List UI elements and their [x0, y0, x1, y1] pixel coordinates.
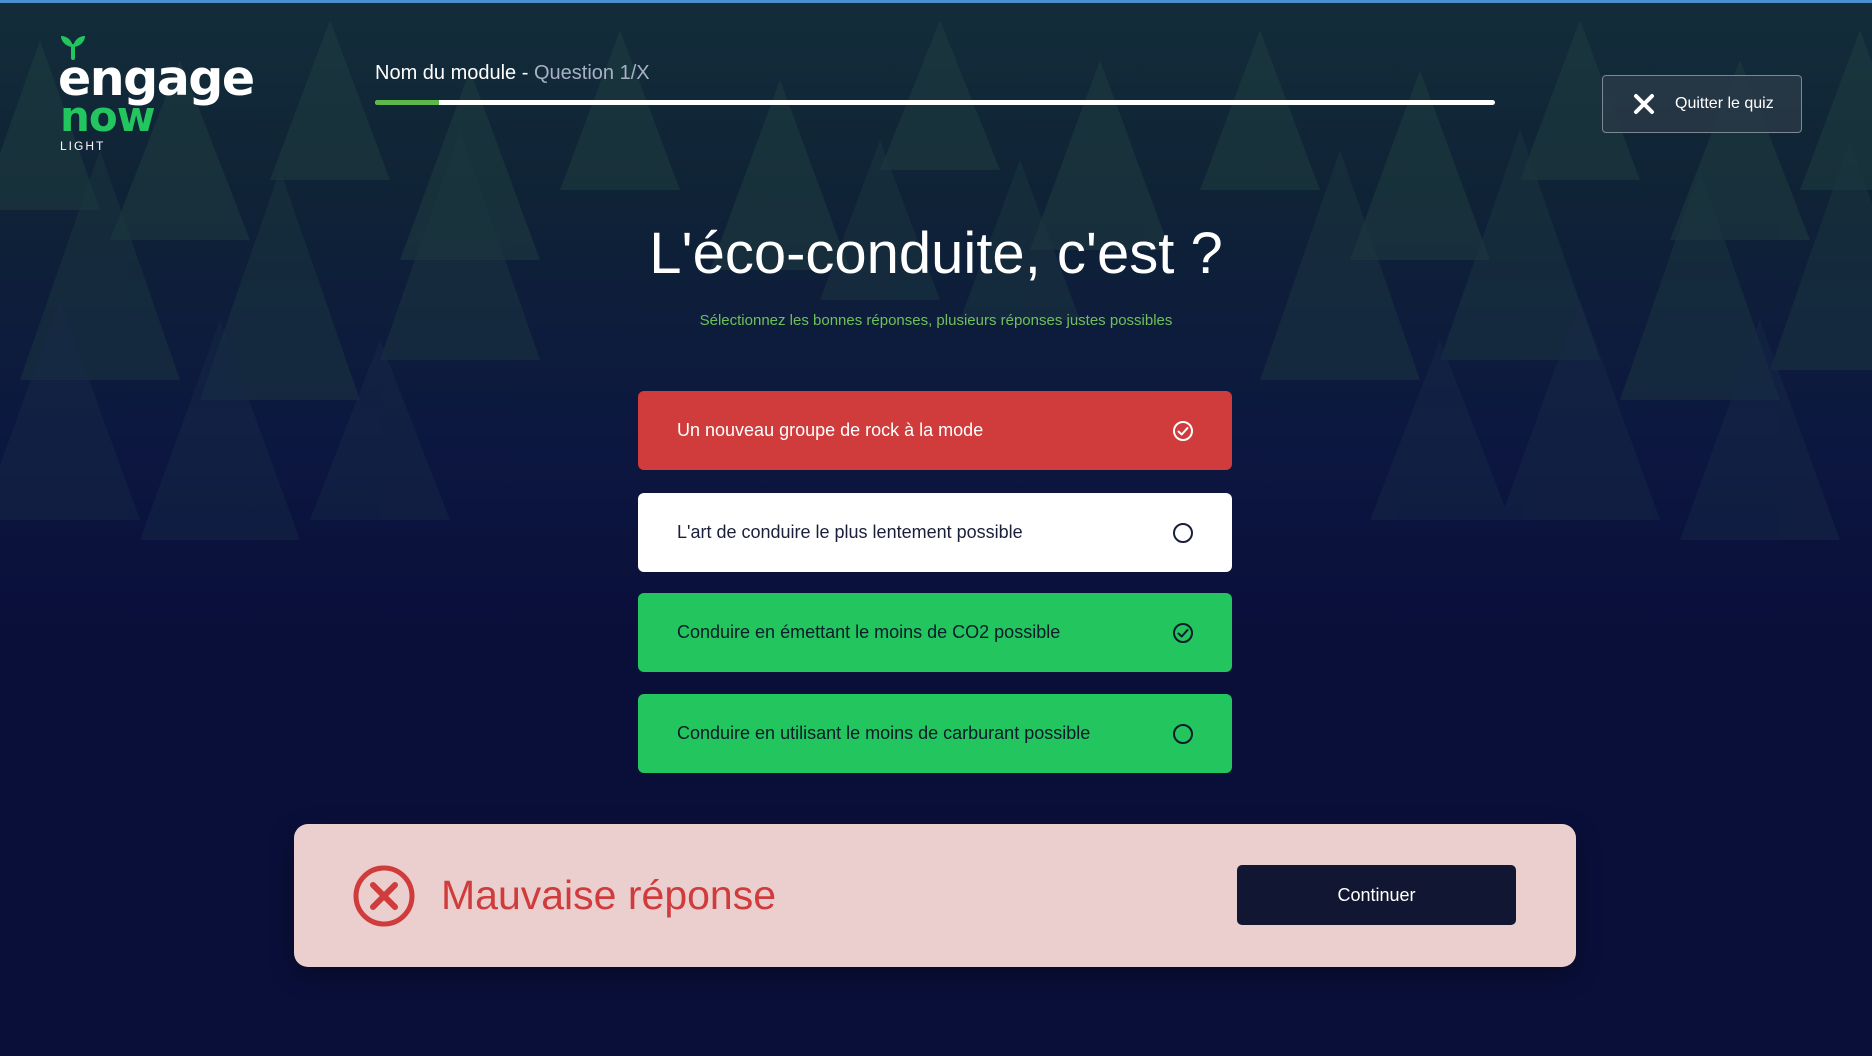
answer-option-label: Un nouveau groupe de rock à la mode [677, 420, 984, 440]
error-circle-icon [353, 865, 415, 927]
empty-circle-icon [1173, 522, 1193, 543]
top-accent-line [0, 0, 1872, 3]
answer-option-3[interactable]: Conduire en émettant le moins de CO2 pos… [638, 593, 1232, 672]
answer-option-label: Conduire en utilisant le moins de carbur… [677, 723, 1091, 743]
logo-word-light: LIGHT [60, 139, 106, 153]
progress-title: Nom du module - Question 1/X [375, 62, 650, 85]
answer-option-2[interactable]: L'art de conduire le plus lentement poss… [638, 493, 1232, 572]
progress-bar-fill [375, 100, 439, 105]
feedback-panel: Mauvaise réponse Continuer [294, 824, 1576, 967]
answer-option-label: Conduire en émettant le moins de CO2 pos… [677, 622, 1061, 642]
question-counter: Question 1/X [533, 62, 650, 84]
answer-option-4[interactable]: Conduire en utilisant le moins de carbur… [638, 694, 1232, 773]
question-title: L'éco-conduite, c'est ? [649, 221, 1223, 286]
answer-option-1[interactable]: Un nouveau groupe de rock à la mode [638, 391, 1232, 470]
module-name: Nom du module - [375, 62, 534, 84]
check-circle-icon [1173, 420, 1193, 441]
feedback-message: Mauvaise réponse [441, 872, 777, 918]
logo-word-now: now [60, 92, 156, 141]
question-hint: Sélectionnez les bonnes réponses, plusie… [699, 312, 1173, 329]
empty-circle-icon [1173, 723, 1193, 744]
answer-option-label: L'art de conduire le plus lentement poss… [677, 522, 1023, 542]
check-circle-icon [1173, 622, 1193, 643]
progress-bar [375, 100, 1495, 105]
continue-button[interactable]: Continuer [1237, 865, 1516, 925]
close-icon [1634, 94, 1654, 114]
engage-now-logo[interactable]: engage now LIGHT [58, 34, 255, 154]
quit-quiz-label: Quitter le quiz [1675, 95, 1774, 112]
quit-quiz-button[interactable]: Quitter le quiz [1602, 75, 1802, 133]
